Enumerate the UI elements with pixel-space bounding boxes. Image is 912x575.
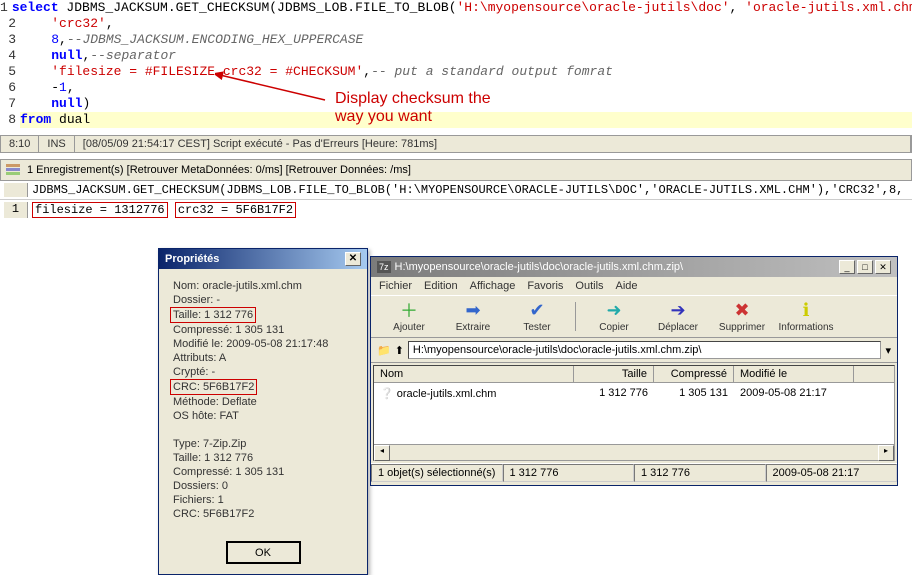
toolbar-ajouter[interactable]: ＋Ajouter: [379, 300, 439, 333]
results-summary: 1 Enregistrement(s) [Retrouver MetaDonné…: [27, 164, 411, 176]
properties-dialog: Propriétés ✕ Nom: oracle-jutils.xml.chmD…: [158, 248, 368, 575]
results-icon: [5, 162, 21, 178]
row-number: 1: [4, 202, 28, 218]
close-icon[interactable]: ✕: [875, 260, 891, 274]
toolbar-supprimer[interactable]: ✖Supprimer: [712, 300, 772, 333]
result-grid-row[interactable]: 1 filesize = 1312776 crc32 = 5F6B17F2: [0, 200, 912, 220]
toolbar-copier[interactable]: ➜Copier: [584, 300, 644, 333]
toolbar: ＋Ajouter➡Extraire✔Tester ➜Copier➔Déplacer…: [371, 295, 897, 338]
address-input[interactable]: [408, 341, 882, 359]
maximize-icon[interactable]: □: [857, 260, 873, 274]
up-icon[interactable]: ⬆: [395, 344, 404, 357]
checksum-filesize-box: filesize = 1312776: [32, 202, 168, 218]
address-bar: 📁 ⬆ ▾: [371, 338, 897, 363]
file-list[interactable]: Nom Taille Compressé Modifié le ❔ oracle…: [373, 365, 895, 461]
close-icon[interactable]: ✕: [345, 252, 361, 266]
col-modified[interactable]: Modifié le: [734, 366, 854, 382]
list-item[interactable]: ❔ oracle-jutils.xml.chm1 312 7761 305 13…: [374, 383, 894, 404]
window-titlebar[interactable]: 7z H:\myopensource\oracle-jutils\doc\orac…: [371, 257, 897, 277]
minimize-icon[interactable]: _: [839, 260, 855, 274]
list-header[interactable]: Nom Taille Compressé Modifié le: [374, 366, 894, 383]
menu-item[interactable]: Favoris: [527, 280, 563, 292]
toolbar-informations[interactable]: ℹInformations: [776, 300, 836, 333]
7zip-icon: 7z: [377, 261, 391, 273]
folder-icon: 📁: [377, 344, 391, 357]
checksum-crc-box: crc32 = 5F6B17F2: [175, 202, 296, 218]
result-grid-header: JDBMS_JACKSUM.GET_CHECKSUM(JDBMS_LOB.FIL…: [0, 181, 912, 200]
status-message: [08/05/09 21:54:17 CEST] Script exécuté …: [75, 136, 911, 152]
horizontal-scrollbar[interactable]: ◂ ▸: [374, 444, 894, 460]
toolbar-tester[interactable]: ✔Tester: [507, 300, 567, 333]
menu-item[interactable]: Aide: [616, 280, 638, 292]
archive-window: 7z H:\myopensource\oracle-jutils\doc\orac…: [370, 256, 898, 486]
selection-status: 1 objet(s) sélectionné(s): [371, 464, 503, 482]
menu-item[interactable]: Fichier: [379, 280, 412, 292]
toolbar-déplacer[interactable]: ➔Déplacer: [648, 300, 708, 333]
window-title: H:\myopensource\oracle-jutils\doc\oracle…: [395, 261, 684, 273]
annotation-text: Display checksum the way you want: [335, 90, 491, 126]
insert-mode: INS: [39, 136, 74, 152]
scroll-right-icon[interactable]: ▸: [878, 445, 894, 461]
menu-item[interactable]: Edition: [424, 280, 458, 292]
col-name[interactable]: Nom: [374, 366, 574, 382]
dialog-titlebar[interactable]: Propriétés ✕: [159, 249, 367, 269]
scroll-left-icon[interactable]: ◂: [374, 445, 390, 461]
results-toolbar: 1 Enregistrement(s) [Retrouver MetaDonné…: [0, 159, 912, 181]
dialog-title: Propriétés: [165, 253, 219, 265]
col-size[interactable]: Taille: [574, 366, 654, 382]
col-compressed[interactable]: Compressé: [654, 366, 734, 382]
dropdown-icon[interactable]: ▾: [885, 344, 891, 357]
menu-item[interactable]: Outils: [575, 280, 603, 292]
cursor-position: 8:10: [1, 136, 39, 152]
ok-button[interactable]: OK: [226, 541, 301, 564]
menubar: Fichier Edition Affichage Favoris Outils Aide: [371, 277, 897, 295]
status-bar: 1 objet(s) sélectionné(s) 1 312 776 1 31…: [371, 463, 897, 482]
editor-status-bar: 8:10 INS [08/05/09 21:54:17 CEST] Script…: [0, 135, 912, 153]
menu-item[interactable]: Affichage: [470, 280, 516, 292]
toolbar-extraire[interactable]: ➡Extraire: [443, 300, 503, 333]
